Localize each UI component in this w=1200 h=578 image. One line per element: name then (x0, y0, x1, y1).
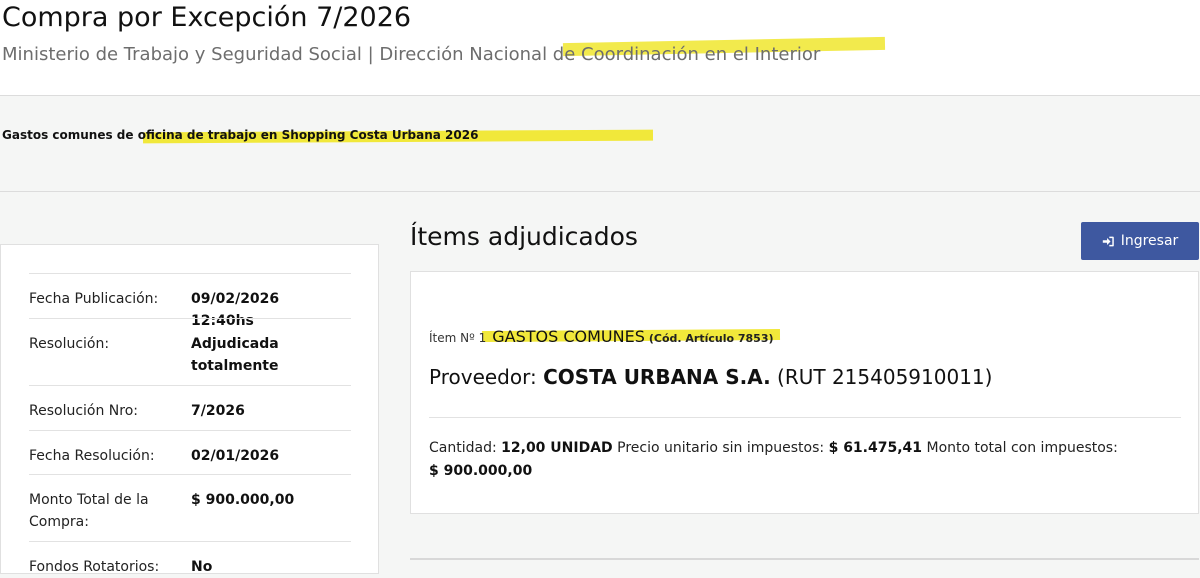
page-subtitle: Ministerio de Trabajo y Seguridad Social… (2, 44, 821, 65)
provider-rut: (RUT 215405910011) (777, 365, 993, 389)
detail-value: $ 900.000,00 (191, 492, 295, 508)
quantity-value: 12,00 UNIDAD (501, 440, 613, 456)
description-band (0, 96, 1200, 192)
detail-label: Fondos Rotatorios: (29, 559, 160, 575)
detail-row-resolution-number: Resolución Nro: 7/2026 (29, 385, 351, 430)
detail-label: Resolución Nro: (29, 403, 139, 419)
divider (429, 417, 1181, 418)
detail-label: Fecha Resolución: (29, 448, 155, 464)
detail-row-rotating-funds: Fondos Rotatorios: No (29, 541, 351, 575)
provider-prefix: Proveedor: (429, 365, 537, 389)
detail-label: Fecha Publicación: (29, 291, 159, 307)
detail-label: Monto Total de la Compra: (29, 492, 149, 530)
item-name: GASTOS COMUNES (492, 327, 645, 346)
quantity-label: Cantidad: (429, 440, 497, 456)
unit-price-value: $ 61.475,41 (828, 440, 923, 456)
detail-label: Resolución: (29, 336, 110, 352)
detail-row-total-amount: Monto Total de la Compra: $ 900.000,00 (29, 474, 351, 541)
detail-value: Adjudicada totalmente (191, 336, 279, 374)
sign-in-icon (1102, 236, 1114, 246)
divider (410, 558, 1199, 560)
detail-value: 02/01/2026 (191, 448, 280, 464)
item-amounts: Cantidad: 12,00 UNIDAD Precio unitario s… (429, 437, 1149, 483)
detail-row-resolution: Resolución: Adjudicada totalmente (29, 318, 351, 385)
item-code: (Cód. Artículo 7853) (648, 332, 774, 345)
provider-name: COSTA URBANA S.A. (543, 365, 771, 389)
detail-row-resolution-date: Fecha Resolución: 02/01/2026 (29, 430, 351, 474)
page-header: Compra por Excepción 7/2026 Ministerio d… (0, 0, 1200, 96)
detail-value: No (191, 559, 213, 575)
login-button[interactable]: Ingresar (1081, 222, 1199, 260)
unit-price-label: Precio unitario sin impuestos: (617, 440, 825, 456)
section-title: Ítems adjudicados (410, 222, 638, 251)
item-number: Ítem Nº 1 (429, 331, 487, 345)
provider-line: Proveedor: COSTA URBANA S.A. (RUT 215405… (429, 365, 992, 389)
total-value: $ 900.000,00 (429, 463, 533, 479)
detail-row-publication-date: Fecha Publicación: 09/02/2026 12:40hs (29, 273, 351, 329)
page-title: Compra por Excepción 7/2026 (2, 2, 412, 33)
detail-value: 7/2026 (191, 403, 245, 419)
total-label: Monto total con impuestos: (926, 440, 1118, 456)
purchase-description: Gastos comunes de oficina de trabajo en … (2, 128, 479, 142)
login-label: Ingresar (1120, 233, 1179, 249)
item-header: Ítem Nº 1 GASTOS COMUNES (Cód. Artículo 78… (429, 327, 774, 346)
